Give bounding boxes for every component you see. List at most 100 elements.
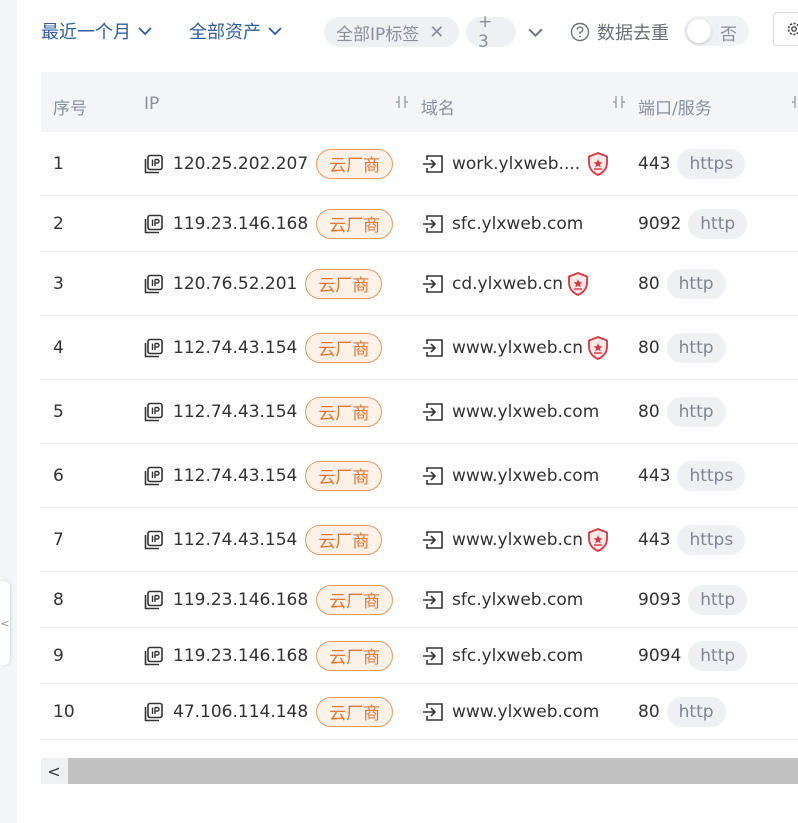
ip-cell: 120.76.52.201 云厂商 bbox=[144, 252, 383, 315]
shield-icon[interactable] bbox=[587, 527, 609, 552]
service-tag: http bbox=[666, 332, 726, 363]
row-index: 2 bbox=[53, 213, 64, 234]
ip-address[interactable]: 120.25.202.207 bbox=[173, 154, 308, 174]
table-row[interactable]: 2 119.23.146.168 云厂商 sfc.ylxweb.com 9092 http bbox=[41, 196, 798, 252]
ip-cell: 112.74.43.154 云厂商 bbox=[144, 380, 383, 443]
table-row[interactable]: 3 120.76.52.201 云厂商 cd.ylxweb.cn 80 http bbox=[41, 252, 798, 316]
domain-name[interactable]: www.ylxweb.com bbox=[452, 466, 599, 486]
port-number: 9094 bbox=[638, 645, 682, 666]
domain-name[interactable]: cd.ylxweb.cn bbox=[452, 274, 563, 294]
column-header-ip[interactable]: IP bbox=[144, 94, 159, 114]
ip-address[interactable]: 112.74.43.154 bbox=[173, 530, 297, 550]
asset-scope-label: 全部资产 bbox=[189, 22, 261, 43]
domain-name[interactable]: www.ylxweb.com bbox=[452, 702, 599, 722]
column-sort-icon[interactable] bbox=[791, 94, 798, 110]
table-row[interactable]: 5 112.74.43.154 云厂商 www.ylxweb.com 80 http bbox=[41, 380, 798, 444]
question-circle-icon[interactable] bbox=[570, 22, 590, 42]
chevron-down-icon bbox=[268, 27, 282, 36]
table-row[interactable]: 4 112.74.43.154 云厂商 www.ylxweb.cn 80 http bbox=[41, 316, 798, 380]
table-row[interactable]: 1 120.25.202.207 云厂商 work.ylxweb.... 443 http… bbox=[41, 132, 798, 196]
cloud-provider-tag: 云厂商 bbox=[305, 396, 383, 427]
domain-name[interactable]: sfc.ylxweb.com bbox=[452, 646, 583, 666]
ip-address[interactable]: 119.23.146.168 bbox=[173, 590, 308, 610]
shield-icon[interactable] bbox=[567, 271, 589, 296]
port-service-cell: 443 https bbox=[638, 444, 746, 507]
domain-cell: work.ylxweb.... bbox=[422, 132, 580, 195]
asset-scope-dropdown[interactable]: 全部资产 bbox=[189, 18, 283, 44]
port-number: 9092 bbox=[638, 213, 682, 234]
port-number: 80 bbox=[638, 401, 660, 422]
horizontal-scrollbar[interactable]: < bbox=[41, 758, 798, 784]
table-row[interactable]: 6 112.74.43.154 云厂商 www.ylxweb.com 443 https bbox=[41, 444, 798, 508]
domain-name[interactable]: sfc.ylxweb.com bbox=[452, 214, 583, 234]
link-icon bbox=[423, 214, 443, 233]
shield-icon[interactable] bbox=[587, 335, 609, 360]
port-service-cell: 9094 http bbox=[638, 628, 748, 683]
service-tag: http bbox=[666, 396, 726, 427]
domain-name[interactable]: www.ylxweb.cn bbox=[452, 530, 583, 550]
domain-cell: www.ylxweb.cn bbox=[422, 508, 583, 571]
port-number: 80 bbox=[638, 701, 660, 722]
domain-name[interactable]: www.ylxweb.com bbox=[452, 402, 599, 422]
domain-cell: sfc.ylxweb.com bbox=[422, 196, 583, 251]
chevron-down-icon[interactable] bbox=[527, 24, 544, 41]
scrollbar-thumb[interactable] bbox=[68, 758, 798, 784]
column-sort-icon[interactable] bbox=[612, 94, 626, 110]
row-index: 5 bbox=[53, 401, 64, 422]
cloud-provider-tag: 云厂商 bbox=[316, 584, 394, 615]
sidebar-collapse-toggle[interactable]: < bbox=[0, 581, 10, 665]
shield-icon[interactable] bbox=[587, 151, 609, 176]
ip-address[interactable]: 112.74.43.154 bbox=[173, 338, 297, 358]
domain-cell: cd.ylxweb.cn bbox=[422, 252, 563, 315]
link-icon bbox=[423, 338, 443, 357]
cloud-provider-tag: 云厂商 bbox=[316, 696, 394, 727]
ip-tag-filter-label: 全部IP标签 bbox=[336, 24, 420, 45]
port-service-cell: 9092 http bbox=[638, 196, 748, 251]
port-number: 443 bbox=[638, 153, 671, 174]
column-header-port-service[interactable]: 端口/服务 bbox=[638, 94, 712, 119]
table-header: 序号 IP 域名 端口/服务 bbox=[41, 72, 798, 132]
port-service-cell: 443 https bbox=[638, 508, 746, 571]
service-tag: http bbox=[688, 208, 748, 239]
link-icon bbox=[423, 702, 443, 721]
dedupe-toggle[interactable]: 否 bbox=[684, 16, 749, 46]
column-header-domain[interactable]: 域名 bbox=[421, 94, 455, 119]
filter-toolbar: 最近一个月 全部资产 全部IP标签 ✕ + 3 数据去重 否 bbox=[0, 0, 798, 66]
ip-address[interactable]: 120.76.52.201 bbox=[173, 274, 297, 294]
ip-address[interactable]: 112.74.43.154 bbox=[173, 402, 297, 422]
settings-button[interactable] bbox=[773, 12, 798, 46]
domain-cell: sfc.ylxweb.com bbox=[422, 572, 583, 627]
scroll-left-arrow[interactable]: < bbox=[41, 758, 67, 784]
link-icon bbox=[423, 154, 443, 173]
ip-icon bbox=[144, 338, 163, 357]
port-service-cell: 9093 http bbox=[638, 572, 748, 627]
ip-tag-filter-chip[interactable]: 全部IP标签 ✕ bbox=[324, 17, 459, 47]
ip-cell: 112.74.43.154 云厂商 bbox=[144, 316, 383, 379]
row-index: 8 bbox=[53, 589, 64, 610]
more-tags-chip[interactable]: + 3 bbox=[466, 12, 516, 52]
table-row[interactable]: 10 47.106.114.148 云厂商 www.ylxweb.com 80 http bbox=[41, 684, 798, 740]
ip-cell: 119.23.146.168 云厂商 bbox=[144, 628, 394, 683]
domain-name[interactable]: sfc.ylxweb.com bbox=[452, 590, 583, 610]
table-row[interactable]: 7 112.74.43.154 云厂商 www.ylxweb.cn 443 https bbox=[41, 508, 798, 572]
link-icon bbox=[423, 402, 443, 421]
port-number: 80 bbox=[638, 273, 660, 294]
ip-icon bbox=[144, 214, 163, 233]
time-range-dropdown[interactable]: 最近一个月 bbox=[41, 18, 153, 44]
gear-icon bbox=[787, 22, 798, 36]
close-icon[interactable]: ✕ bbox=[429, 22, 444, 43]
port-service-cell: 80 http bbox=[638, 380, 726, 443]
table-row[interactable]: 9 119.23.146.168 云厂商 sfc.ylxweb.com 9094 http bbox=[41, 628, 798, 684]
table-row[interactable]: 8 119.23.146.168 云厂商 sfc.ylxweb.com 9093 http bbox=[41, 572, 798, 628]
column-sort-icon[interactable] bbox=[395, 94, 409, 110]
domain-name[interactable]: www.ylxweb.cn bbox=[452, 338, 583, 358]
ip-address[interactable]: 112.74.43.154 bbox=[173, 466, 297, 486]
row-index: 9 bbox=[53, 645, 64, 666]
domain-name[interactable]: work.ylxweb.... bbox=[452, 154, 580, 174]
ip-icon bbox=[144, 402, 163, 421]
port-number: 80 bbox=[638, 337, 660, 358]
ip-address[interactable]: 119.23.146.168 bbox=[173, 646, 308, 666]
ip-address[interactable]: 47.106.114.148 bbox=[173, 702, 308, 722]
cloud-provider-tag: 云厂商 bbox=[305, 332, 383, 363]
ip-address[interactable]: 119.23.146.168 bbox=[173, 214, 308, 234]
